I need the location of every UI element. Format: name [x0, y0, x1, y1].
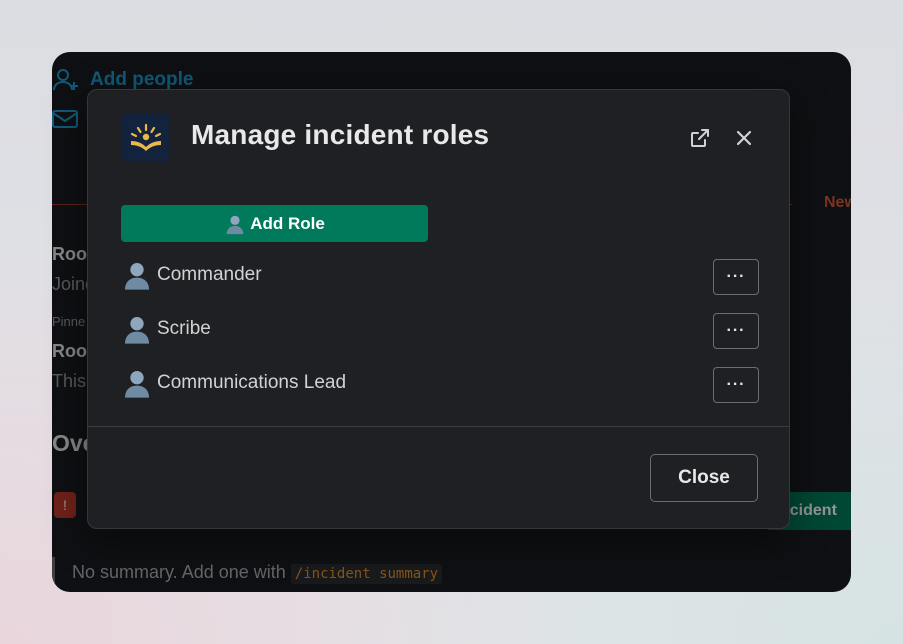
role-row-communications-lead: Communications Lead ···: [121, 367, 759, 405]
close-button[interactable]: Close: [650, 454, 758, 502]
open-external-button[interactable]: [686, 124, 714, 152]
external-link-icon: [691, 129, 709, 147]
modal-title: Manage incident roles: [191, 119, 490, 150]
role-row-commander: Commander ···: [121, 259, 759, 297]
modal-close-x-button[interactable]: [730, 124, 758, 152]
role-name: Scribe: [157, 318, 211, 339]
modal-footer-divider: [88, 426, 789, 427]
add-role-label: Add Role: [250, 213, 325, 233]
person-icon: [226, 215, 244, 234]
person-icon: [125, 263, 149, 290]
role-name: Commander: [157, 264, 262, 285]
role-more-button[interactable]: ···: [713, 367, 759, 403]
manage-roles-modal: Manage incident roles Add Role Commander…: [87, 89, 790, 529]
role-more-button[interactable]: ···: [713, 313, 759, 349]
role-name: Communications Lead: [157, 372, 347, 393]
role-row-scribe: Scribe ···: [121, 313, 759, 351]
person-icon: [125, 317, 149, 344]
person-icon: [125, 371, 149, 398]
role-more-button[interactable]: ···: [713, 259, 759, 295]
app-logo-icon: [121, 113, 170, 162]
add-role-button[interactable]: Add Role: [121, 205, 428, 242]
close-icon: [736, 130, 752, 146]
